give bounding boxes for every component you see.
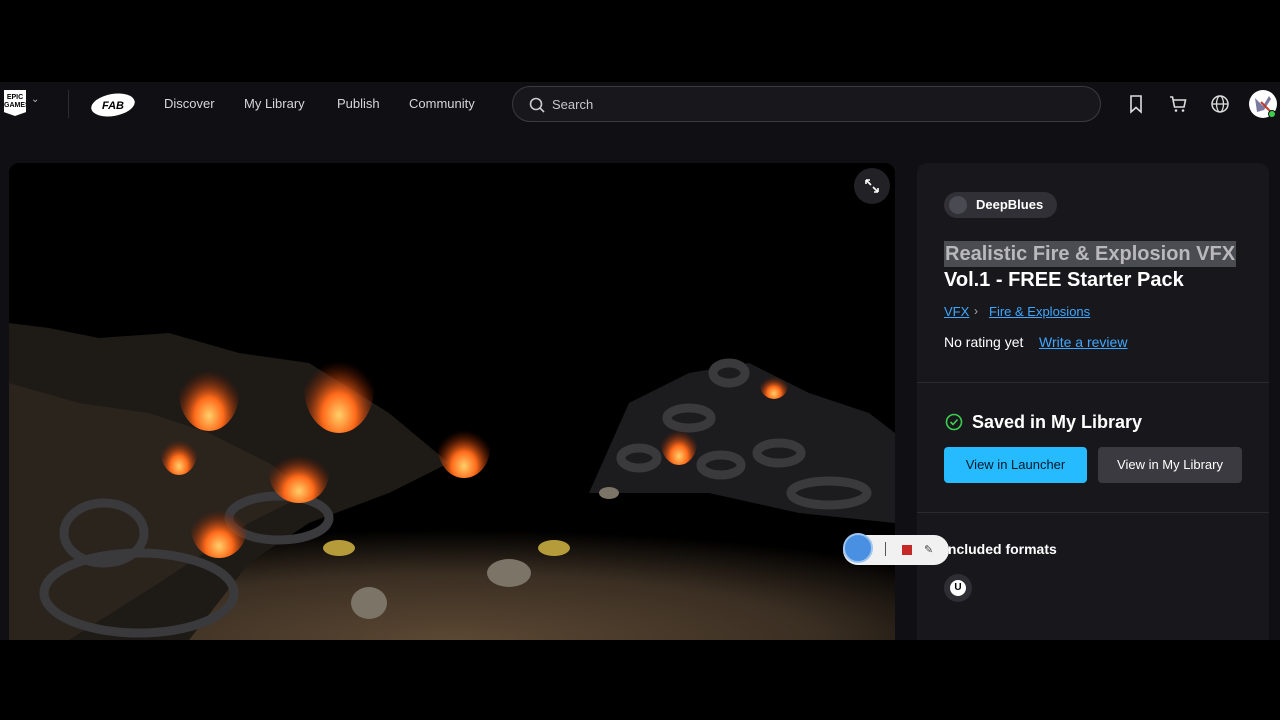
- expand-icon: [865, 179, 879, 193]
- rating-text: No rating yet: [944, 334, 1024, 350]
- seller-chip[interactable]: DeepBlues: [944, 192, 1058, 218]
- recorder-stop-button[interactable]: [902, 545, 912, 555]
- nav-link-community[interactable]: Community: [409, 96, 475, 111]
- fab-app: EPIC GAMES ⌄ FAB Discover My Library Pub…: [0, 82, 1280, 640]
- hero-scene: [9, 163, 895, 640]
- nav-link-discover[interactable]: Discover: [164, 96, 215, 111]
- recorder-divider: [885, 542, 886, 556]
- product-title-line-2: Vol.1 - FREE Starter Pack: [944, 269, 1184, 291]
- check-circle-icon: [945, 413, 963, 431]
- product-details-panel: DeepBlues Realistic Fire & Explosion VFX…: [917, 163, 1269, 640]
- search-input[interactable]: [552, 87, 1072, 121]
- product-title-line-1: Realistic Fire & Explosion VFX: [944, 241, 1237, 267]
- search-bar[interactable]: [512, 86, 1101, 122]
- seller-name: DeepBlues: [976, 197, 1044, 212]
- view-in-my-library-button[interactable]: View in My Library: [1098, 447, 1242, 483]
- bookmark-icon[interactable]: [1126, 94, 1146, 114]
- write-review-link[interactable]: Write a review: [1039, 334, 1127, 350]
- fab-logo[interactable]: FAB: [90, 92, 136, 118]
- expand-fullscreen-button[interactable]: [854, 168, 890, 204]
- breadcrumb-vfx[interactable]: VFX: [944, 304, 969, 319]
- product-hero-image[interactable]: [9, 163, 895, 640]
- recorder-pen-icon[interactable]: ✎: [924, 543, 933, 556]
- top-nav: EPIC GAMES ⌄ FAB Discover My Library Pub…: [0, 82, 1280, 126]
- breadcrumb-chevron-icon: ›: [974, 304, 978, 318]
- cart-icon[interactable]: [1168, 94, 1188, 114]
- chevron-down-icon[interactable]: ⌄: [31, 94, 39, 105]
- online-status-dot: [1268, 110, 1276, 118]
- divider: [917, 512, 1269, 513]
- epic-games-logo[interactable]: EPIC GAMES: [4, 90, 26, 116]
- fab-logo-text: FAB: [102, 100, 124, 112]
- breadcrumb-fire-explosions[interactable]: Fire & Explosions: [989, 304, 1090, 319]
- globe-icon[interactable]: [1210, 94, 1230, 114]
- view-in-launcher-button[interactable]: View in Launcher: [944, 447, 1087, 483]
- nav-link-my-library[interactable]: My Library: [244, 96, 305, 111]
- nav-divider: [68, 90, 69, 118]
- saved-status: Saved in My Library: [972, 412, 1143, 432]
- search-icon: [529, 97, 545, 113]
- included-formats-heading: Included formats: [944, 541, 1057, 557]
- unreal-engine-icon[interactable]: U: [944, 574, 972, 602]
- seller-avatar-icon: [949, 196, 967, 214]
- recorder-webcam-icon[interactable]: [843, 533, 873, 563]
- divider: [917, 382, 1269, 383]
- nav-link-publish[interactable]: Publish: [337, 96, 380, 111]
